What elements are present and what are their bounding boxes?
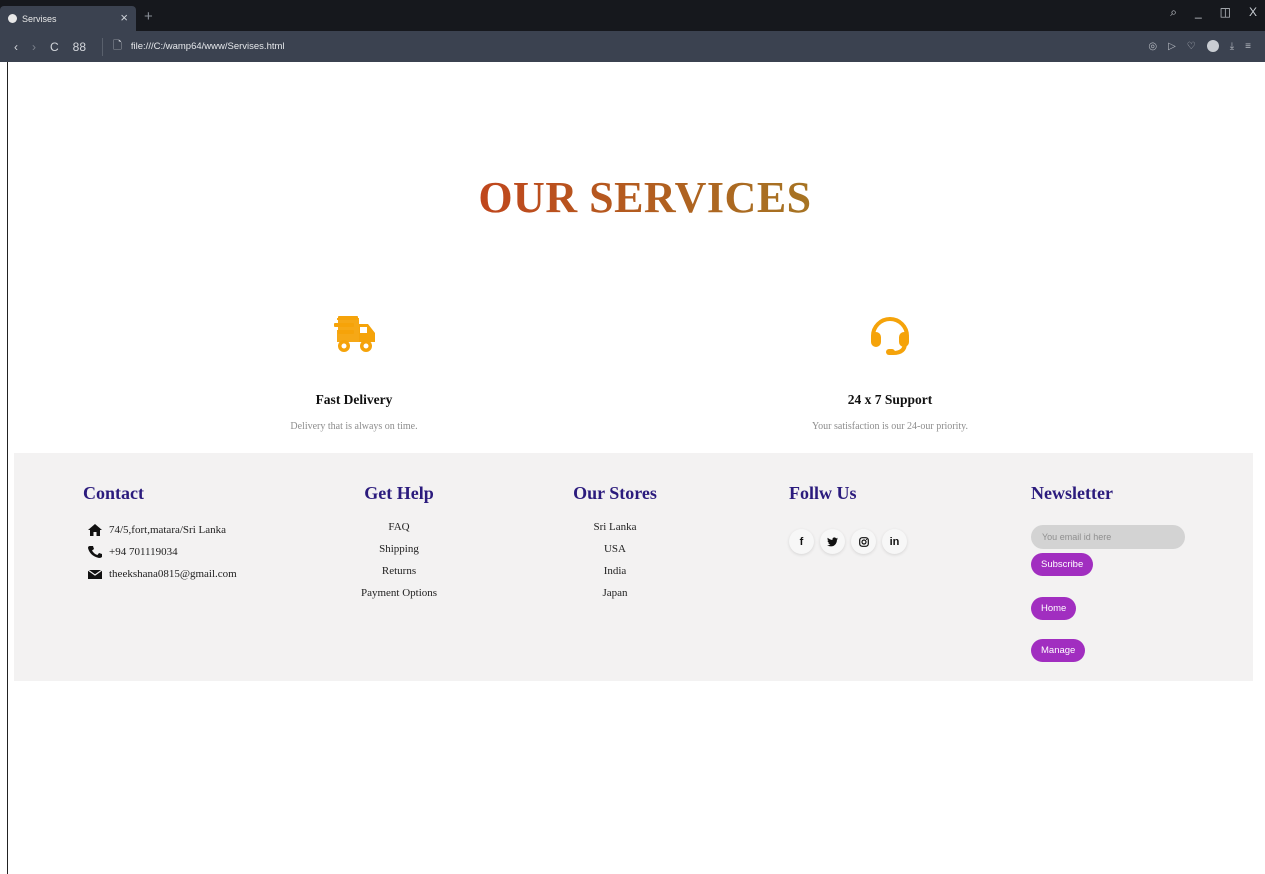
instagram-glyph-icon — [858, 536, 869, 547]
footer-heading-contact: Contact — [83, 483, 144, 503]
address-separator — [102, 37, 104, 56]
close-window-icon[interactable]: X — [1249, 5, 1257, 20]
envelope-icon — [88, 569, 102, 579]
page-info-icon[interactable]: 🗋 — [113, 37, 122, 56]
tab-close-icon[interactable]: × — [120, 10, 128, 25]
footer-contact: Contact 74/5,fort,matara/Sri Lanka +94 7… — [83, 483, 237, 585]
footer-heading-newsletter: Newsletter — [1031, 483, 1113, 503]
new-tab-icon[interactable]: + — [144, 8, 153, 25]
contact-list: 74/5,fort,matara/Sri Lanka +94 701119034… — [83, 519, 237, 585]
back-icon[interactable]: ‹ — [14, 40, 18, 54]
help-link-returns[interactable]: Returns — [339, 563, 459, 585]
footer-heading-help: Get Help — [364, 483, 434, 503]
browser-tab[interactable]: Servises × — [0, 6, 136, 31]
contact-email: theekshana0815@gmail.com — [83, 563, 237, 585]
store-link-japan[interactable]: Japan — [560, 585, 670, 607]
instagram-icon[interactable] — [851, 529, 876, 554]
tab-title: Servises — [22, 13, 57, 24]
delivery-truck-icon — [334, 316, 375, 352]
footer-stores: Our Stores Sri Lanka USA India Japan — [560, 483, 670, 607]
snapshot-icon[interactable]: ◎ — [1148, 41, 1157, 52]
linkedin-icon[interactable]: in — [882, 529, 907, 554]
store-link-usa[interactable]: USA — [560, 541, 670, 563]
service-support: 24 x 7 Support Your satisfaction is our … — [740, 309, 1040, 432]
contact-phone: +94 701119034 — [83, 541, 237, 563]
url-field[interactable]: file:///C:/wamp64/www/Servises.html — [131, 41, 285, 52]
page-favicon-icon — [8, 14, 17, 23]
browser-tab-bar: Servises × + ⌕ _ ◫ X — [0, 0, 1265, 31]
twitter-icon[interactable] — [820, 529, 845, 554]
twitter-bird-icon — [827, 536, 838, 546]
restore-icon[interactable]: ◫ — [1220, 5, 1231, 20]
footer: Contact 74/5,fort,matara/Sri Lanka +94 7… — [14, 453, 1253, 681]
subscribe-button[interactable]: Subscribe — [1031, 553, 1094, 576]
service-title: 24 x 7 Support — [847, 392, 933, 407]
contact-phone-text: +94 701119034 — [109, 546, 178, 558]
page-title: OUR SERVICES — [0, 172, 1265, 223]
headset-icon — [871, 317, 909, 355]
phone-icon — [88, 546, 102, 558]
store-link-sri-lanka[interactable]: Sri Lanka — [560, 519, 670, 541]
newsletter-email-input[interactable] — [1031, 525, 1185, 549]
footer-heading-follow: Follw Us — [789, 483, 857, 503]
footer-help: Get Help FAQ Shipping Returns Payment Op… — [339, 483, 459, 607]
home-icon — [88, 524, 102, 536]
page-title-text: OUR SERVICES — [478, 173, 812, 222]
manage-button[interactable]: Manage — [1031, 639, 1086, 662]
help-link-payment-options[interactable]: Payment Options — [339, 585, 459, 607]
home-button[interactable]: Home — [1031, 597, 1077, 620]
minimize-icon[interactable]: _ — [1195, 5, 1202, 20]
footer-follow: Follw Us f in — [789, 483, 907, 554]
help-link-shipping[interactable]: Shipping — [339, 541, 459, 563]
service-description: Delivery that is always on time. — [290, 421, 418, 432]
service-fast-delivery: Fast Delivery Delivery that is always on… — [204, 309, 504, 432]
contact-address-text: 74/5,fort,matara/Sri Lanka — [109, 524, 226, 536]
service-description: Your satisfaction is our 24-our priority… — [811, 421, 969, 432]
address-bar: ‹ › C 88 🗋 file:///C:/wamp64/www/Servise… — [0, 31, 1265, 62]
contact-email-text[interactable]: theekshana0815@gmail.com — [109, 566, 237, 582]
service-title: Fast Delivery — [315, 392, 393, 407]
store-link-india[interactable]: India — [560, 563, 670, 585]
social-links: f in — [789, 529, 907, 554]
footer-heading-stores: Our Stores — [573, 483, 657, 503]
window-controls: ⌕ _ ◫ X — [1170, 5, 1257, 20]
speed-dial-icon[interactable]: 88 — [73, 40, 86, 54]
contact-address: 74/5,fort,matara/Sri Lanka — [83, 519, 237, 541]
wishlist-icon[interactable]: ♡ — [1187, 41, 1196, 52]
menu-icon[interactable]: ≡ — [1245, 41, 1251, 52]
downloads-icon[interactable]: ⤓ — [1230, 41, 1234, 52]
profile-avatar-icon[interactable] — [1206, 40, 1219, 52]
store-links: Sri Lanka USA India Japan — [560, 519, 670, 607]
toolbar-icons: ◎ ▷ ♡ ⤓ ≡ — [1148, 40, 1251, 52]
help-links: FAQ Shipping Returns Payment Options — [339, 519, 459, 607]
search-tabs-icon[interactable]: ⌕ — [1170, 5, 1177, 20]
reload-icon[interactable]: C — [50, 40, 59, 54]
player-icon[interactable]: ▷ — [1168, 41, 1176, 52]
footer-newsletter: Newsletter Subscribe Home Manage — [1031, 483, 1185, 662]
help-link-faq[interactable]: FAQ — [339, 519, 459, 541]
facebook-icon[interactable]: f — [789, 529, 814, 554]
forward-icon[interactable]: › — [32, 40, 36, 54]
